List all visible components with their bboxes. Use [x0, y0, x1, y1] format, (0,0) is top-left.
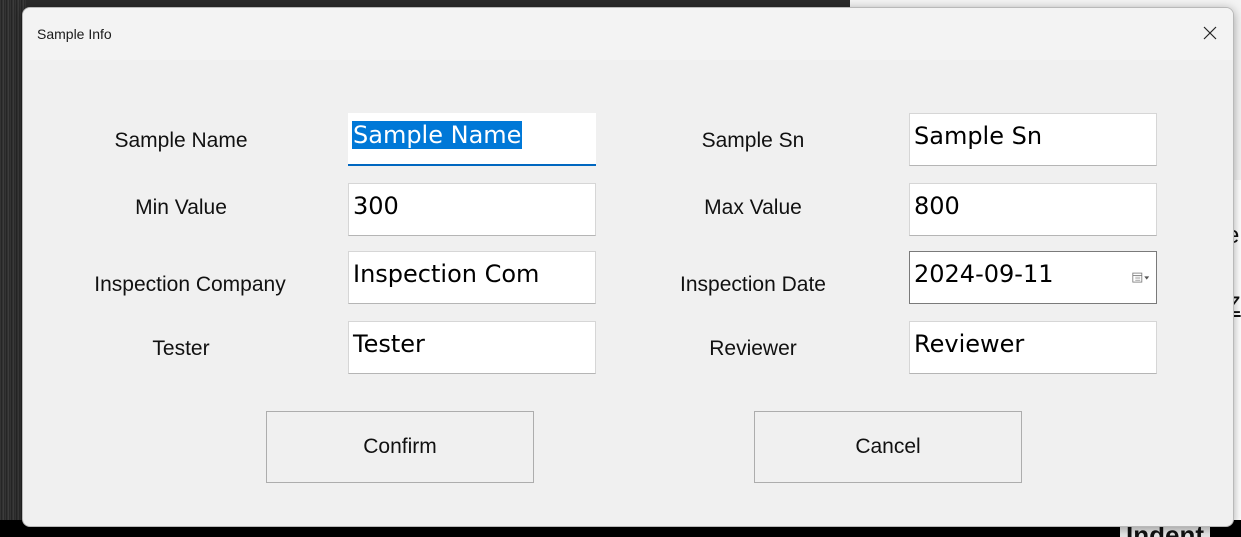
sample-sn-input[interactable]: Sample Sn — [909, 113, 1157, 166]
sample-name-input[interactable]: Sample Name — [348, 113, 596, 166]
inspection-date-label: Inspection Date — [680, 273, 826, 296]
confirm-button[interactable]: Confirm — [266, 411, 534, 483]
reviewer-input[interactable]: Reviewer — [909, 321, 1157, 374]
close-button[interactable] — [1187, 8, 1233, 58]
min-value-input[interactable]: 300 — [348, 183, 596, 236]
dialog-titlebar: Sample Info — [23, 8, 1233, 60]
cancel-button[interactable]: Cancel — [754, 411, 1022, 483]
sample-name-label: Sample Name — [114, 129, 248, 152]
sample-name-value: Sample Name — [352, 121, 523, 149]
max-value-input[interactable]: 800 — [909, 183, 1157, 236]
min-value-label: Min Value — [135, 196, 227, 219]
calendar-dropdown-icon[interactable] — [1132, 269, 1150, 287]
inspection-date-value: 2024-09-11 — [914, 260, 1054, 288]
reviewer-label: Reviewer — [709, 337, 797, 360]
sample-sn-label: Sample Sn — [701, 129, 805, 152]
close-icon — [1203, 26, 1217, 40]
tester-input[interactable]: Tester — [348, 321, 596, 374]
max-value-label: Max Value — [704, 196, 802, 219]
inspection-date-picker[interactable]: 2024-09-11 — [909, 251, 1157, 304]
dialog-title: Sample Info — [37, 26, 112, 42]
tester-label: Tester — [152, 337, 210, 360]
inspection-company-input[interactable]: Inspection Com — [348, 251, 596, 304]
sample-info-dialog: Sample Info Sample Name Sample Name Samp… — [22, 7, 1234, 527]
inspection-company-label: Inspection Company — [94, 273, 286, 296]
